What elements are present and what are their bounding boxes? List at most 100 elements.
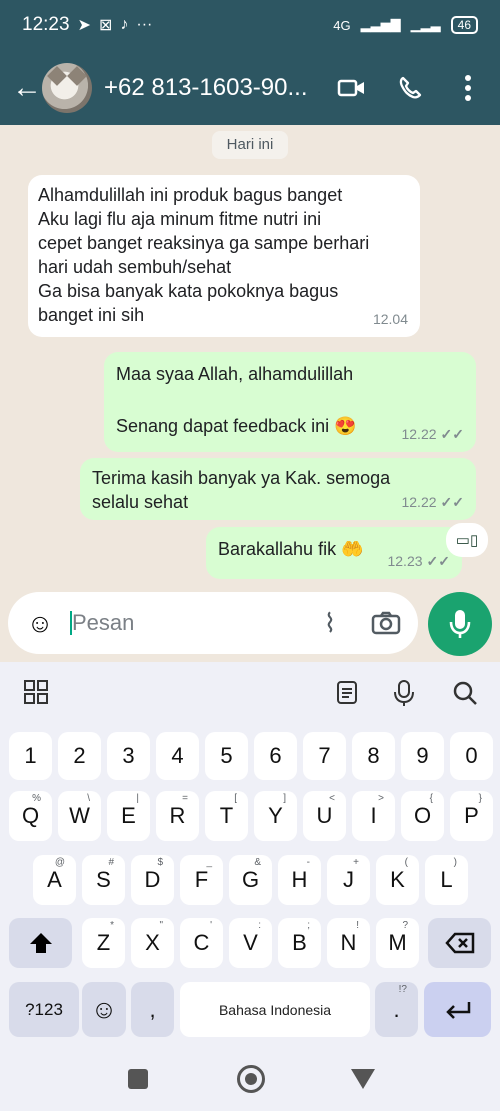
key-y[interactable]: Y] xyxy=(254,791,297,841)
key-4[interactable]: 4 xyxy=(156,732,199,780)
message-input[interactable]: ☺ Pesan ⌇ xyxy=(8,592,418,654)
key-label: D xyxy=(144,867,161,892)
key-label: U xyxy=(316,803,333,828)
key-hint: - xyxy=(306,857,310,868)
key-label: 3 xyxy=(122,743,135,768)
key-1[interactable]: 1 xyxy=(9,732,52,780)
signal-icon: ▂▃▅▇ xyxy=(360,17,401,32)
key-e[interactable]: E | xyxy=(107,791,150,841)
key-j[interactable]: J + xyxy=(327,855,370,905)
emoji-key[interactable]: ☺ xyxy=(82,982,126,1037)
key-label: O xyxy=(413,803,432,828)
key-f[interactable]: F _ xyxy=(180,855,223,905)
outgoing-message[interactable]: Barakallahu fik 🤲 12.23 ✓✓ xyxy=(206,527,462,579)
key-w[interactable]: W \ xyxy=(58,791,101,841)
emoji-icon[interactable]: ☺ xyxy=(20,608,60,639)
key-hint: + xyxy=(353,857,359,868)
keyboard-search-icon[interactable] xyxy=(452,680,478,706)
key-0[interactable]: 0 xyxy=(450,732,493,780)
status-icons: ➤ ⊠ ♪ ··· xyxy=(78,15,153,35)
key-label: G xyxy=(241,867,260,892)
comma-key[interactable]: , xyxy=(131,982,174,1037)
key-d[interactable]: D $ xyxy=(131,855,174,905)
signal-2-icon: ▁▂▃ xyxy=(410,17,441,32)
key-label: R xyxy=(169,803,186,828)
key-p[interactable]: P} xyxy=(450,791,493,841)
chat-header: ← +62 813-1603-90... xyxy=(0,50,500,125)
key-2[interactable]: 2 xyxy=(58,732,101,780)
clipboard-icon[interactable] xyxy=(334,679,360,705)
key-7[interactable]: 7 xyxy=(303,732,346,780)
key-label: , xyxy=(149,996,156,1022)
key-m[interactable]: M? xyxy=(376,918,419,968)
key-q[interactable]: Q% xyxy=(9,791,52,841)
key-x[interactable]: X " xyxy=(131,918,174,968)
key-5[interactable]: 5 xyxy=(205,732,248,780)
keyboard-toolbar xyxy=(0,662,500,722)
more-options-icon[interactable] xyxy=(448,68,488,108)
key-i[interactable]: I > xyxy=(352,791,395,841)
key-hint: ; xyxy=(307,920,310,931)
enter-key[interactable] xyxy=(424,982,491,1037)
key-k[interactable]: K( xyxy=(376,855,419,905)
key-a[interactable]: A @ xyxy=(33,855,76,905)
key-g[interactable]: G & xyxy=(229,855,272,905)
key-c[interactable]: C ' xyxy=(180,918,223,968)
key-h[interactable]: H- xyxy=(278,855,321,905)
key-u[interactable]: U < xyxy=(303,791,346,841)
key-hint: $ xyxy=(157,857,163,868)
key-label: A xyxy=(47,867,62,892)
voice-message-button[interactable] xyxy=(428,592,492,656)
key-label: Bahasa Indonesia xyxy=(218,1001,332,1018)
key-label: ?123 xyxy=(25,999,63,1019)
outgoing-message[interactable]: Terima kasih banyak ya Kak. semoga selal… xyxy=(80,458,476,520)
key-label: T xyxy=(219,803,234,828)
key-3[interactable]: 3 xyxy=(107,732,150,780)
back-nav-icon[interactable] xyxy=(351,1069,375,1089)
backspace-key[interactable] xyxy=(428,918,491,968)
key-r[interactable]: R = xyxy=(156,791,199,841)
key-label: 4 xyxy=(171,743,184,768)
keyboard-mic-icon[interactable] xyxy=(392,679,418,707)
key-s[interactable]: S # xyxy=(82,855,125,905)
shift-key[interactable] xyxy=(9,918,72,968)
chat-area[interactable]: Hari ini Alhamdulillah ini produk bagus … xyxy=(0,125,500,595)
symbols-key[interactable]: ?123 xyxy=(9,982,79,1037)
key-label: E xyxy=(121,803,136,828)
key-v[interactable]: V: xyxy=(229,918,272,968)
attach-icon[interactable]: ⌇ xyxy=(310,603,350,643)
key-o[interactable]: O{ xyxy=(401,791,444,841)
key-t[interactable]: T[ xyxy=(205,791,248,841)
key-label: 8 xyxy=(367,743,380,768)
tiktok-icon: ♪ xyxy=(120,16,129,33)
floating-window-button[interactable]: ▭▯ xyxy=(446,523,488,557)
key-hint: = xyxy=(182,793,188,804)
key-n[interactable]: N! xyxy=(327,918,370,968)
key-z[interactable]: Z * xyxy=(82,918,125,968)
system-nav-bar xyxy=(0,1040,500,1111)
period-key[interactable]: .!? xyxy=(375,982,418,1037)
video-call-icon[interactable] xyxy=(332,68,372,108)
outgoing-message[interactable]: Maa syaa Allah, alhamdulillah Senang dap… xyxy=(104,352,476,452)
key-hint: " xyxy=(159,920,163,931)
key-b[interactable]: B; xyxy=(278,918,321,968)
voice-call-icon[interactable] xyxy=(390,68,430,108)
key-6[interactable]: 6 xyxy=(254,732,297,780)
message-line: Maa syaa Allah, alhamdulillah xyxy=(116,364,354,384)
key-8[interactable]: 8 xyxy=(352,732,395,780)
key-9[interactable]: 9 xyxy=(401,732,444,780)
space-bar[interactable]: Bahasa Indonesia xyxy=(180,982,370,1037)
contact-name[interactable]: +62 813-1603-90... xyxy=(104,74,314,102)
incoming-message[interactable]: Alhamdulillah ini produk bagus banget Ak… xyxy=(28,175,420,337)
avatar[interactable] xyxy=(42,62,92,113)
key-l[interactable]: L) xyxy=(425,855,468,905)
key-hint: [ xyxy=(234,793,237,804)
recent-apps-icon[interactable] xyxy=(128,1069,148,1089)
key-label: H xyxy=(291,867,308,892)
key-label: N xyxy=(340,930,357,955)
apps-grid-icon[interactable] xyxy=(24,680,48,704)
microphone-icon xyxy=(449,610,471,638)
home-icon[interactable] xyxy=(237,1065,265,1093)
camera-icon[interactable] xyxy=(366,603,406,643)
back-arrow-icon[interactable]: ← xyxy=(12,71,42,105)
